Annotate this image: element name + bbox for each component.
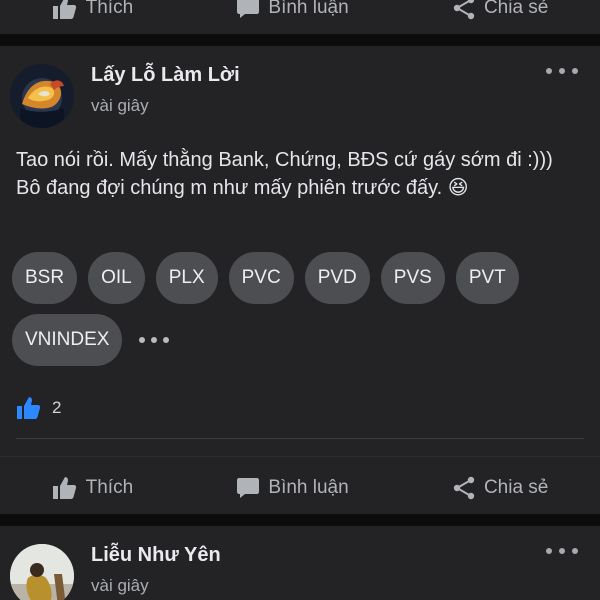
reaction-summary[interactable]: 2	[16, 396, 61, 420]
author-name[interactable]: Lấy Lỗ Làm Lời	[91, 64, 240, 87]
share-label: Chia sẻ	[483, 0, 549, 18]
comment-button[interactable]: Bình luận	[236, 0, 349, 20]
comment-label: Bình luận	[268, 477, 349, 498]
more-dot-icon	[546, 548, 552, 554]
post-card-2: Liễu Như Yên vài giây	[0, 526, 600, 600]
tag-pvs[interactable]: PVS	[380, 252, 445, 304]
like-label: Thích	[85, 0, 134, 18]
more-dot-icon	[151, 337, 158, 343]
share-icon	[453, 0, 475, 20]
feed-screen: Thích Bình luận Chia sẻ Lấy Lỗ Làm Lời v…	[0, 0, 600, 600]
like-button[interactable]: Thích	[52, 0, 134, 20]
like-label: Thích	[85, 477, 134, 498]
post-card: Lấy Lỗ Làm Lời vài giây Tao nói rồi. Mấy…	[0, 46, 600, 514]
tag-bsr[interactable]: BSR	[12, 252, 78, 304]
share-button[interactable]: Chia sẻ	[452, 0, 548, 20]
more-dot-icon	[139, 337, 146, 343]
like-button[interactable]: Thích	[52, 476, 134, 500]
post-separator	[0, 34, 600, 46]
more-tags-button[interactable]	[133, 314, 170, 366]
more-dot-icon	[163, 337, 170, 343]
author-avatar[interactable]	[10, 544, 74, 600]
share-icon	[453, 476, 475, 500]
post-time: vài giây	[91, 576, 149, 595]
comment-icon	[237, 0, 260, 18]
divider	[16, 438, 584, 439]
avatar-image	[10, 544, 74, 600]
more-options-button[interactable]	[546, 68, 578, 74]
tag-vnindex[interactable]: VNINDEX	[12, 314, 123, 366]
post-action-row: Thích Bình luận Chia sẻ	[0, 468, 600, 508]
blue-thumbs-up-icon	[17, 397, 41, 419]
comment-button[interactable]: Bình luận	[236, 476, 349, 500]
author-name[interactable]: Liễu Như Yên	[91, 544, 221, 567]
like-count: 2	[52, 398, 62, 417]
tag-pvd[interactable]: PVD	[304, 252, 370, 304]
post-content: Tao nói rồi. Mấy thằng Bank, Chứng, BĐS …	[16, 146, 576, 202]
more-dot-icon	[559, 548, 565, 554]
post-time: vài giây	[91, 96, 149, 115]
tag-pvt[interactable]: PVT	[455, 252, 519, 304]
tag-oil[interactable]: OIL	[88, 252, 145, 304]
avatar-image	[10, 64, 74, 128]
post-text-line: Tao nói rồi. Mấy thằng Bank, Chứng, BĐS …	[16, 149, 553, 171]
more-dot-icon	[559, 68, 565, 74]
comment-label: Bình luận	[268, 0, 349, 18]
more-dot-icon	[572, 68, 578, 74]
previous-post-actions: Thích Bình luận Chia sẻ	[0, 0, 600, 34]
share-label: Chia sẻ	[483, 477, 549, 498]
share-button[interactable]: Chia sẻ	[452, 476, 548, 500]
tag-plx[interactable]: PLX	[155, 252, 218, 304]
post-text-line: Bô đang đợi chúng m như mấy phiên trước …	[16, 177, 469, 199]
thumbs-up-icon	[52, 0, 76, 19]
tag-pvc[interactable]: PVC	[228, 252, 294, 304]
more-dot-icon	[572, 548, 578, 554]
post-separator	[0, 514, 600, 526]
divider	[0, 456, 600, 457]
ticker-tags: BSR OIL PLX PVC PVD PVS PVT VNINDEX	[12, 252, 572, 366]
comment-icon	[237, 478, 260, 498]
author-avatar[interactable]	[10, 64, 74, 128]
thumbs-up-icon	[52, 477, 76, 499]
more-options-button[interactable]	[546, 548, 578, 554]
previous-action-row: Thích Bình luận Chia sẻ	[0, 0, 600, 28]
more-dot-icon	[546, 68, 552, 74]
